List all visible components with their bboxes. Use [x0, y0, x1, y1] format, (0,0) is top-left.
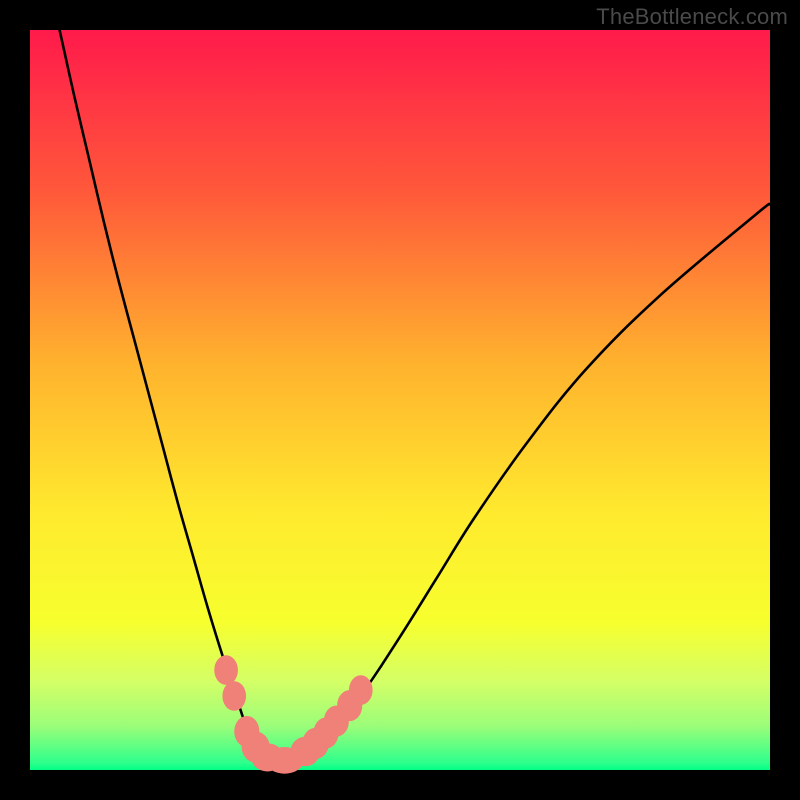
curve-marker — [222, 681, 246, 711]
curve-marker — [349, 675, 373, 705]
curve-marker — [214, 655, 238, 685]
gradient-background — [30, 30, 770, 770]
watermark-text: TheBottleneck.com — [596, 4, 788, 30]
chart-container: { "watermark": "TheBottleneck.com", "cha… — [0, 0, 800, 800]
bottleneck-chart — [0, 0, 800, 800]
